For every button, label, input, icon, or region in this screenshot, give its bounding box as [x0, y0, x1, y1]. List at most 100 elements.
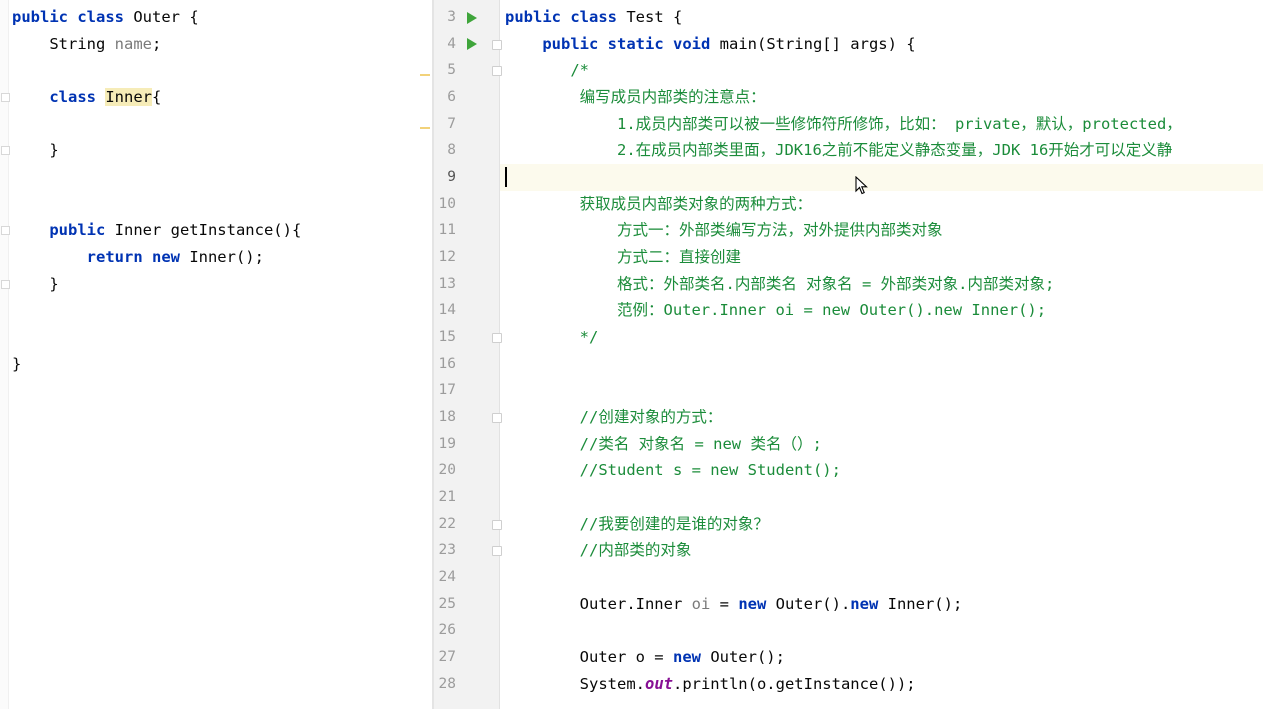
code-line[interactable]: 格式：外部类名.内部类名 对象名 = 外部类对象.内部类对象;: [500, 271, 1263, 298]
line-number: 20: [438, 462, 456, 479]
code-line[interactable]: }: [0, 271, 432, 298]
line-number: 15: [438, 329, 456, 346]
code-line[interactable]: public static void main(String[] args) {: [500, 31, 1263, 58]
code-line[interactable]: 1.成员内部类可以被一些修饰符所修饰，比如： private，默认，protec…: [500, 111, 1263, 138]
fold-marker-icon[interactable]: [1, 226, 10, 236]
code-line[interactable]: [500, 484, 1263, 511]
fold-marker-icon[interactable]: [1, 279, 10, 289]
code-line-text: Outer.Inner oi = new Outer().new Inner()…: [505, 591, 963, 618]
code-line[interactable]: //创建对象的方式：: [500, 404, 1263, 431]
code-token: Outer o =: [505, 648, 673, 667]
code-line-text: public static void main(String[] args) {: [505, 31, 915, 58]
code-line[interactable]: [0, 191, 432, 218]
code-line[interactable]: 2.在成员内部类里面，JDK16之前不能定义静态变量，JDK 16开始才可以定义…: [500, 137, 1263, 164]
code-token: oi: [691, 594, 711, 613]
code-token: }: [12, 141, 59, 160]
code-line-text: 方式二：直接创建: [505, 244, 741, 271]
code-line[interactable]: //Student s = new Student();: [500, 457, 1263, 484]
code-line[interactable]: [0, 324, 432, 351]
run-icon[interactable]: [467, 11, 477, 24]
code-token: */: [505, 328, 599, 347]
line-number: 22: [438, 515, 456, 532]
code-line-text: public class Test {: [505, 4, 682, 31]
line-number: 18: [438, 409, 456, 426]
code-line-text: //创建对象的方式：: [505, 404, 723, 431]
code-token: void: [672, 34, 720, 53]
code-token: Outer();: [710, 648, 785, 667]
code-line[interactable]: [500, 377, 1263, 404]
line-number: 12: [438, 249, 456, 266]
code-token: //内部类的对象: [505, 541, 692, 560]
code-token: public: [505, 8, 571, 26]
code-token: new: [672, 648, 711, 667]
code-token: //Student s = new Student();: [505, 461, 841, 480]
code-line-text: 方式一：外部类编写方法，对外提供内部类对象: [505, 217, 943, 244]
code-line[interactable]: //我要创建的是谁的对象？: [500, 511, 1263, 538]
line-number: 25: [438, 595, 456, 612]
code-line[interactable]: [0, 57, 432, 84]
code-line[interactable]: System.out.println(o.getInstance());: [500, 671, 1263, 698]
code-line-text: }: [12, 137, 59, 164]
line-number: 16: [438, 355, 456, 372]
code-line[interactable]: 范例：Outer.Inner oi = new Outer().new Inne…: [500, 297, 1263, 324]
code-line[interactable]: //内部类的对象: [500, 537, 1263, 564]
code-token: ;: [151, 34, 162, 53]
code-token: return: [86, 248, 152, 267]
code-token: public: [12, 8, 78, 26]
code-line[interactable]: }: [0, 351, 432, 378]
code-line[interactable]: public Inner getInstance(){: [0, 217, 432, 244]
code-token: System.: [505, 674, 645, 693]
current-line[interactable]: [500, 164, 1263, 191]
code-token: Outer().: [775, 594, 851, 613]
fold-marker-icon[interactable]: [1, 146, 10, 156]
code-line-text: Outer o = new Outer();: [505, 644, 785, 671]
code-token: static: [607, 34, 673, 53]
code-line[interactable]: public class Test {: [500, 4, 1263, 31]
code-line[interactable]: [500, 351, 1263, 378]
code-token: Test {: [626, 8, 683, 26]
line-number: 10: [438, 195, 456, 212]
code-line[interactable]: */: [500, 324, 1263, 351]
code-token: //我要创建的是谁的对象？: [505, 514, 769, 533]
code-line-text: public class Outer {: [12, 4, 199, 31]
code-line[interactable]: }: [0, 137, 432, 164]
code-line[interactable]: 方式二：直接创建: [500, 244, 1263, 271]
code-token: public: [49, 221, 115, 240]
code-line[interactable]: 方式一：外部类编写方法，对外提供内部类对象: [500, 217, 1263, 244]
code-token: /*: [505, 61, 589, 80]
code-line[interactable]: [500, 617, 1263, 644]
code-line[interactable]: /*: [500, 57, 1263, 84]
line-number: 9: [447, 169, 456, 186]
line-number: 28: [438, 675, 456, 692]
run-icon[interactable]: [467, 38, 477, 51]
code-line[interactable]: [0, 111, 432, 138]
code-line[interactable]: [500, 564, 1263, 591]
code-line[interactable]: String name;: [0, 31, 432, 58]
code-line[interactable]: [0, 297, 432, 324]
line-number: 7: [447, 115, 456, 132]
line-number: 11: [438, 222, 456, 239]
code-line[interactable]: //类名 对象名 = new 类名（）;: [500, 431, 1263, 458]
mouse-pointer-icon: [855, 176, 868, 195]
code-token: }: [12, 274, 59, 293]
code-line-text: //我要创建的是谁的对象？: [505, 511, 769, 538]
code-line[interactable]: 编写成员内部类的注意点：: [500, 84, 1263, 111]
code-token: class: [49, 88, 106, 106]
code-line[interactable]: Outer o = new Outer();: [500, 644, 1263, 671]
code-line[interactable]: return new Inner();: [0, 244, 432, 271]
code-line[interactable]: public class Outer {: [0, 4, 432, 31]
left-editor-pane[interactable]: public class Outer { String name; class …: [0, 0, 432, 709]
line-number: 21: [438, 489, 456, 506]
code-line[interactable]: [0, 164, 432, 191]
right-editor-pane[interactable]: 3 4 5 6 7 8 9 10 11 12 13 14 15 16 17 18 19 20 21 22 23 24 25 2…: [434, 0, 1263, 709]
code-line[interactable]: Outer.Inner oi = new Outer().new Inner()…: [500, 591, 1263, 618]
code-line[interactable]: 获取成员内部类对象的两种方式：: [500, 191, 1263, 218]
code-line-text: //内部类的对象: [505, 537, 692, 564]
code-token: 获取成员内部类对象的两种方式：: [505, 194, 813, 213]
fold-marker-icon[interactable]: [1, 93, 10, 102]
right-code-area[interactable]: public class Test { public static void m…: [500, 0, 1263, 709]
code-line-text: }: [12, 351, 21, 378]
code-line-text: 格式：外部类名.内部类名 对象名 = 外部类对象.内部类对象;: [505, 271, 1054, 298]
code-line[interactable]: class Inner{: [0, 84, 432, 111]
